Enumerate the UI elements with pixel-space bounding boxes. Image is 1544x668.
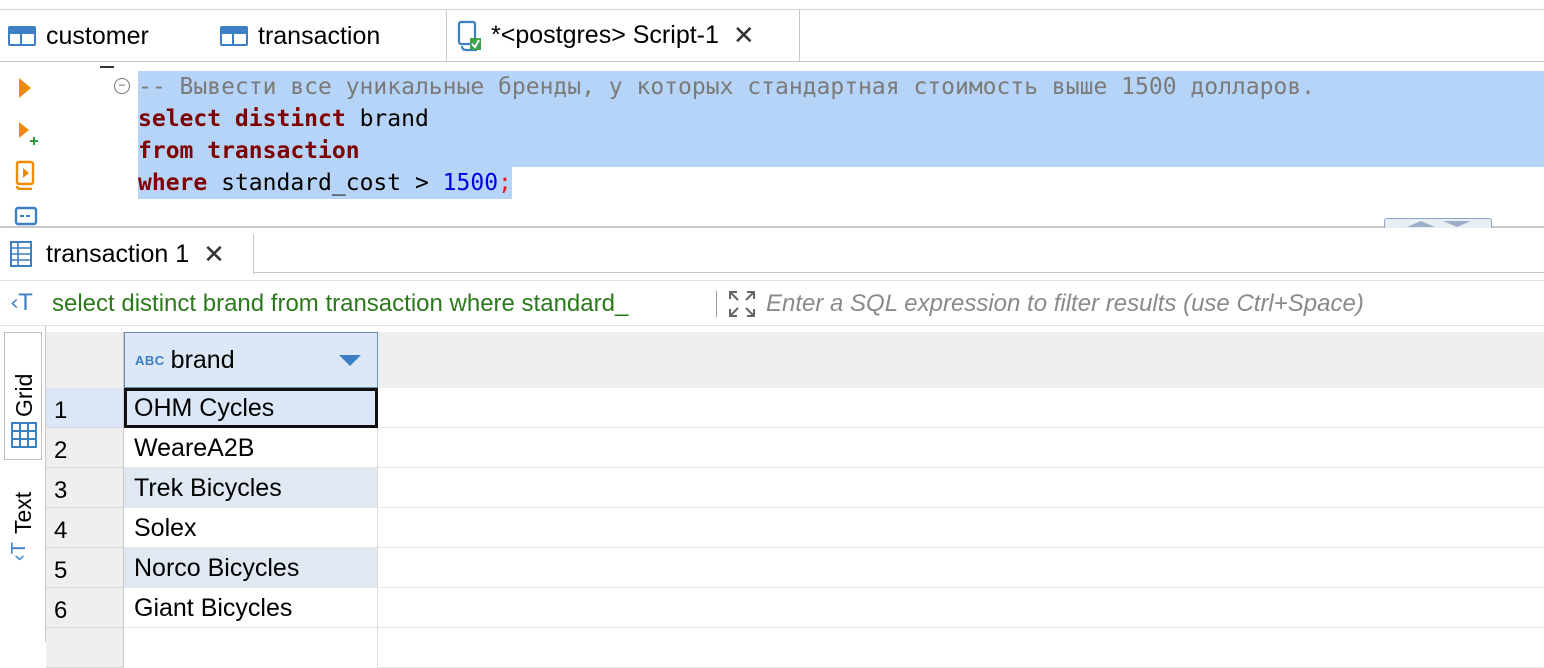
table-cell-brand[interactable] — [124, 628, 378, 668]
table-row[interactable] — [46, 628, 1544, 668]
fold-collapse-icon[interactable]: − — [114, 78, 130, 94]
row-number: 6 — [46, 588, 124, 628]
table-cell-brand[interactable]: Giant Bicycles — [124, 588, 378, 628]
row-number: 1 — [46, 388, 124, 428]
row-number — [46, 628, 124, 668]
table-icon — [220, 26, 248, 46]
filter-separator — [716, 291, 717, 317]
table-cell-brand[interactable]: OHM Cycles — [124, 388, 378, 428]
keyword-select-distinct: select distinct — [138, 106, 346, 132]
tab-transaction[interactable]: transaction — [220, 10, 440, 62]
row-number: 4 — [46, 508, 124, 548]
table-row[interactable]: 1 OHM Cycles — [46, 388, 1544, 428]
table-icon — [8, 26, 36, 46]
filter-bar: ‹T select distinct brand from transactio… — [0, 280, 1544, 326]
table-row[interactable]: 6 Giant Bicycles — [46, 588, 1544, 628]
tab-customer[interactable]: customer — [8, 10, 208, 62]
code-line-3: from transaction — [138, 135, 1544, 167]
code-number: 1500 — [442, 170, 499, 196]
tab-grid-view[interactable]: Grid — [4, 332, 42, 460]
maximize-arrow-icon[interactable] — [1407, 221, 1435, 227]
code-line-2: select distinct brand — [138, 103, 1544, 135]
filter-input[interactable]: Enter a SQL expression to filter results… — [766, 290, 1364, 318]
code-comment: -- Вывести все уникальные бренды, у кото… — [138, 74, 1316, 100]
keyword-from-transaction: from transaction — [138, 138, 360, 164]
view-mode-tabs: Grid Text ‹T — [0, 326, 46, 642]
sort-icon[interactable] — [339, 355, 361, 366]
execute-new-tab-icon[interactable] — [14, 120, 42, 148]
tab-text-label: Text — [10, 491, 36, 534]
table-row[interactable]: 4 Solex — [46, 508, 1544, 548]
row-number: 5 — [46, 548, 124, 588]
results-grid[interactable]: ABC brand 1 OHM Cycles 2 WeareA2B 3 Trek… — [46, 326, 1544, 668]
tab-customer-label: customer — [46, 21, 149, 50]
text-view-icon: ‹T — [7, 542, 30, 561]
grid-header: ABC brand — [46, 332, 1544, 388]
table-row[interactable]: 3 Trek Bicycles — [46, 468, 1544, 508]
close-icon[interactable]: ✕ — [203, 239, 225, 270]
results-grid-icon — [10, 241, 32, 267]
column-header-brand[interactable]: ABC brand — [124, 332, 378, 388]
table-cell-brand[interactable]: Trek Bicycles — [124, 468, 378, 508]
text-type-icon: ABC — [135, 352, 165, 368]
column-header-label: brand — [170, 345, 235, 374]
execute-script-icon[interactable] — [14, 160, 40, 190]
explain-plan-icon[interactable] — [14, 206, 40, 226]
tab-grid-label: Grid — [11, 373, 37, 417]
tab-script-label: *<postgres> Script-1 — [491, 21, 719, 49]
tab-transaction-label: transaction — [258, 21, 381, 50]
active-query-text[interactable]: select distinct brand from transaction w… — [52, 290, 712, 318]
code-condition: standard_cost > — [207, 170, 443, 196]
code-line-4: where standard_cost > 1500; — [138, 167, 512, 199]
sql-editor[interactable]: − -- Вывести все уникальные бренды, у ко… — [0, 62, 1544, 227]
grid-icon — [11, 422, 37, 448]
results-tab-underline — [254, 272, 1544, 273]
minimize-arrow-icon[interactable] — [1443, 221, 1471, 227]
results-tab-bar: transaction 1 ✕ — [0, 228, 1544, 274]
row-number: 2 — [46, 428, 124, 468]
results-tab-label: transaction 1 — [46, 239, 190, 268]
code-identifier-brand: brand — [345, 106, 429, 132]
table-cell-brand[interactable]: Solex — [124, 508, 378, 548]
sql-script-icon — [457, 20, 481, 51]
execute-statement-icon[interactable] — [14, 76, 36, 100]
editor-tab-bar: customer transaction *<postgres> Script-… — [0, 0, 1544, 62]
table-cell-brand[interactable]: Norco Bicycles — [124, 548, 378, 588]
tab-results-transaction-1[interactable]: transaction 1 ✕ — [0, 234, 254, 274]
code-semicolon: ; — [498, 170, 512, 196]
caret-marker — [100, 66, 114, 68]
table-row[interactable]: 2 WeareA2B — [46, 428, 1544, 468]
code-line-1: -- Вывести все уникальные бренды, у кото… — [138, 71, 1544, 103]
row-number: 3 — [46, 468, 124, 508]
close-icon[interactable]: ✕ — [733, 20, 755, 51]
keyword-where: where — [138, 170, 208, 196]
row-number-header[interactable] — [46, 332, 124, 388]
sql-text-icon: ‹T — [10, 291, 33, 316]
expand-icon[interactable] — [727, 289, 757, 319]
table-cell-brand[interactable]: WeareA2B — [124, 428, 378, 468]
table-row[interactable]: 5 Norco Bicycles — [46, 548, 1544, 588]
tab-script[interactable]: *<postgres> Script-1 ✕ — [446, 10, 800, 62]
